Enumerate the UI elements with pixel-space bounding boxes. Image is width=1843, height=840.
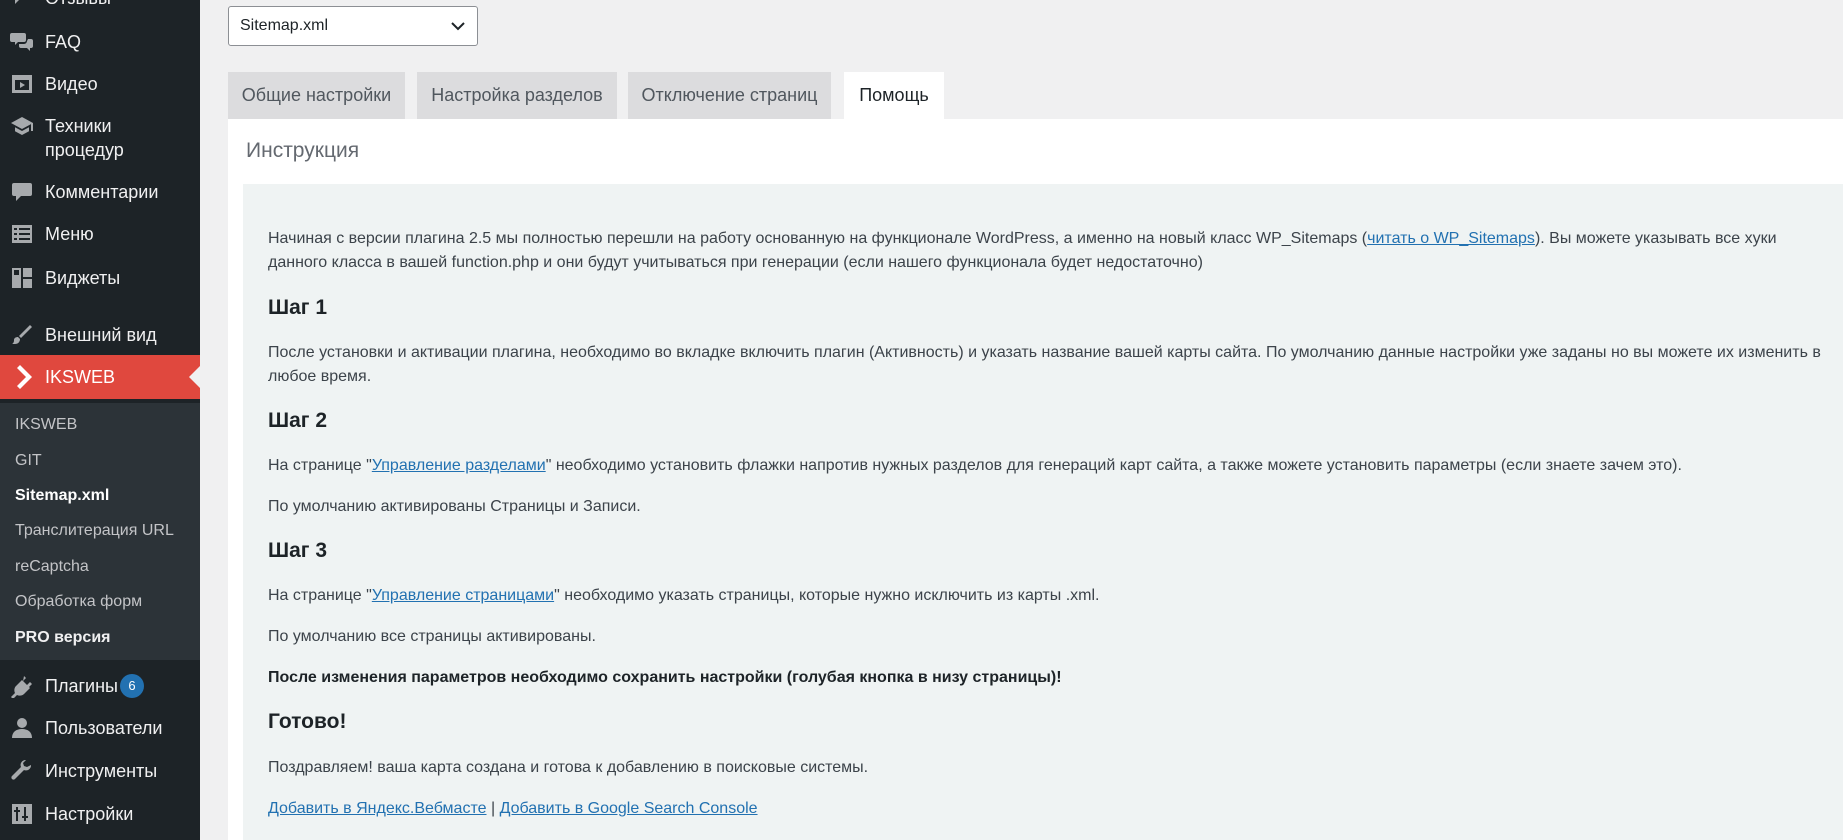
step3-text: На странице " [268,587,372,604]
sidebar-item-techniques[interactable]: Техники процедур [0,114,200,162]
sidebar-item-label: Отзывы [45,0,111,10]
step3-default-paragraph: По умолчанию все страницы активированы. [268,628,596,645]
sidebar-item-label-line2: процедур [45,140,124,160]
webmaster-links: Добавить в Яндекс.Вебмасте | Добавить в … [268,797,1838,821]
update-count-badge: 6 [120,674,144,698]
manage-pages-link[interactable]: Управление страницами [372,587,554,604]
plugin-icon [11,676,32,698]
sidebar-item-label: Меню [45,224,94,244]
sidebar-item-tools[interactable]: Инструменты [0,759,200,783]
step1-heading: Шаг 1 [268,296,328,319]
comments-icon [10,33,33,51]
wrench-icon [11,759,32,780]
submenu-item-iksweb[interactable]: IKSWEB [15,415,77,435]
sidebar-item-settings[interactable]: Настройки [0,802,200,826]
submenu-item-pro[interactable]: PRO версия [15,628,110,648]
step2-heading: Шаг 2 [268,409,328,432]
sidebar-item-label: Пользователи [45,718,163,738]
sitemap-select[interactable]: Sitemap.xml [228,6,478,46]
admin-sidebar: Отзывы FAQ Видео Техники процедур Коммен… [0,0,200,840]
paintbrush-icon [12,325,32,344]
sidebar-item-label: Настройки [45,804,134,824]
submenu-item-git[interactable]: GIT [15,451,42,471]
tab-disable-pages[interactable]: Отключение страниц [628,72,831,119]
sidebar-item-label: Виджеты [45,268,121,288]
sidebar-item-label: IKSWEB [45,367,116,387]
active-indicator [189,366,200,388]
done-paragraph: Поздравляем! ваша карта создана и готова… [268,759,869,776]
sidebar-item-label: Видео [45,74,98,94]
sidebar-item-plugins[interactable]: Плагины 6 [0,674,200,698]
comment-icon [12,183,32,201]
link-separator: | [490,800,496,817]
sitemap-select-value: Sitemap.xml [240,17,329,34]
tab-sections-settings[interactable]: Настройка разделов [417,72,617,119]
step2-text-end: " необходимо установить флажки напротив … [545,457,1682,474]
submenu-item-transliteration[interactable]: Транслитерация URL [15,521,174,541]
sidebar-item-menus[interactable]: Меню [0,222,200,246]
sidebar-item-iksweb[interactable]: IKSWEB [0,355,200,399]
list-icon [12,225,32,243]
settings-icon [12,804,32,824]
video-icon [12,75,32,93]
tab-general-settings[interactable]: Общие настройки [228,72,405,119]
save-note: После изменения параметров необходимо со… [268,669,1062,686]
sidebar-item-label-line1: Техники [45,116,112,136]
sidebar-item-appearance[interactable]: Внешний вид [0,323,200,347]
help-panel: Инструкция Начиная с версии плагина 2.5 … [228,119,1843,840]
sidebar-item-label: Плагины [45,676,118,696]
sidebar-item-faq[interactable]: FAQ [0,30,200,54]
wp-sitemaps-link[interactable]: читать о WP_Sitemaps [1367,230,1535,247]
step3-paragraph: На странице "Управление страницами" необ… [268,584,1838,608]
google-search-console-link[interactable]: Добавить в Google Search Console [500,800,758,817]
tab-help[interactable]: Помощь [844,72,944,119]
comments-icon [13,0,25,4]
sidebar-item-label: FAQ [45,32,82,52]
sidebar-item-reviews[interactable]: Отзывы [0,0,200,12]
sidebar-item-users[interactable]: Пользователи [0,716,200,740]
sidebar-item-label: Комментарии [45,182,159,202]
step3-heading: Шаг 3 [268,539,328,562]
sidebar-item-video[interactable]: Видео [0,72,200,96]
widgets-icon [12,268,32,288]
step2-paragraph: На странице "Управление разделами" необх… [268,454,1838,478]
submenu-item-recaptcha[interactable]: reCaptcha [15,557,89,577]
panel-title: Инструкция [246,139,360,162]
chevron-down-icon [451,22,465,31]
instruction-box: Начиная с версии плагина 2.5 мы полность… [243,184,1843,840]
iksweb-submenu: IKSWEB GIT Sitemap.xml Транслитерация UR… [0,403,200,660]
user-icon [12,718,32,738]
done-heading: Готово! [268,710,347,733]
sidebar-item-widgets[interactable]: Виджеты [0,266,200,290]
manage-sections-link[interactable]: Управление разделами [372,457,546,474]
intro-paragraph: Начиная с версии плагина 2.5 мы полность… [268,227,1838,275]
step1-paragraph: После установки и активации плагина, нео… [268,344,1821,385]
sidebar-item-comments[interactable]: Комментарии [0,180,200,204]
step2-default-paragraph: По умолчанию активированы Страницы и Зап… [268,498,641,515]
graduation-cap-icon [11,117,33,135]
submenu-item-sitemap[interactable]: Sitemap.xml [15,486,109,506]
step2-text: На странице " [268,457,372,474]
intro-text: Начиная с версии плагина 2.5 мы полность… [268,230,1368,247]
sidebar-item-label: Внешний вид [45,325,157,345]
yandex-webmaster-link[interactable]: Добавить в Яндекс.Вебмасте [268,800,487,817]
submenu-item-forms[interactable]: Обработка форм [15,592,142,612]
chevron-right-icon [17,365,32,389]
sidebar-item-label: Инструменты [45,761,158,781]
step3-text-end: " необходимо указать страницы, которые н… [554,587,1100,604]
